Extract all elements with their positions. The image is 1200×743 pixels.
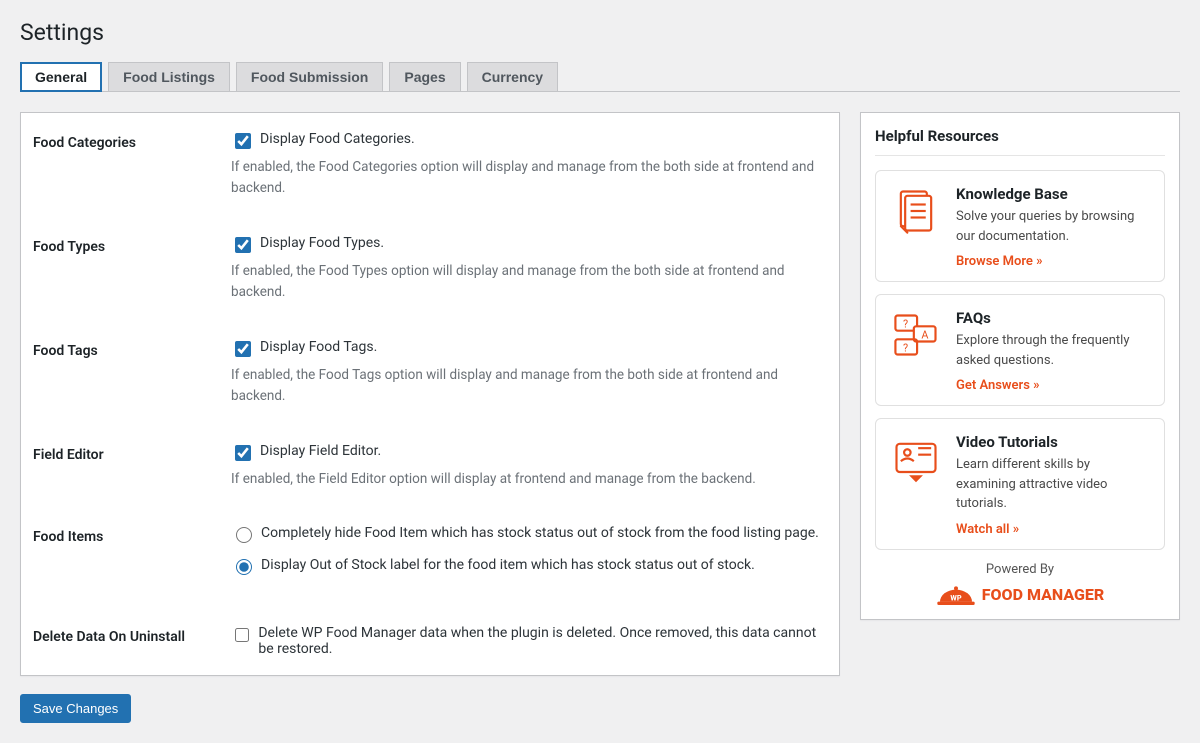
resource-link-watch-all[interactable]: Watch all » [956,522,1019,537]
tab-food-listings[interactable]: Food Listings [108,62,230,92]
resource-link-browse-more[interactable]: Browse More » [956,254,1043,269]
food-categories-label: Display Food Categories. [260,131,415,147]
food-categories-description: If enabled, the Food Categories option w… [231,157,827,199]
tab-food-submission[interactable]: Food Submission [236,62,383,92]
food-tags-label: Display Food Tags. [260,339,377,355]
helpful-resources-title: Helpful Resources [875,127,1165,156]
field-editor-heading: Field Editor [21,425,231,508]
food-tags-checkbox[interactable] [235,341,251,357]
food-items-option-hide[interactable] [236,527,252,543]
brand-logo: WP FOOD MANAGER [875,583,1165,607]
field-editor-description: If enabled, the Field Editor option will… [231,469,827,490]
document-icon [890,185,942,237]
svg-text:?: ? [903,317,908,330]
food-items-option-label-label: Display Out of Stock label for the food … [261,557,755,573]
cloche-icon: WP [936,583,976,607]
delete-data-checkbox[interactable] [235,627,249,643]
food-categories-checkbox[interactable] [235,133,251,149]
delete-data-heading: Delete Data On Uninstall [21,607,231,675]
resource-description: Explore through the frequently asked que… [956,331,1150,370]
resource-title: FAQs [956,309,1150,327]
resource-description: Learn different skills by examining attr… [956,455,1150,514]
resource-title: Knowledge Base [956,185,1150,203]
tab-currency[interactable]: Currency [467,62,558,92]
powered-by-label: Powered By [875,562,1165,577]
field-editor-label: Display Field Editor. [260,443,381,459]
video-icon [890,433,942,485]
tab-pages[interactable]: Pages [389,62,460,92]
resource-video-tutorials: Video Tutorials Learn different skills b… [875,418,1165,550]
helpful-resources-panel: Helpful Resources Knowledge Base Solve y… [860,112,1180,620]
food-tags-description: If enabled, the Food Tags option will di… [231,365,827,407]
food-types-checkbox[interactable] [235,237,251,253]
food-categories-heading: Food Categories [21,113,231,217]
page-title: Settings [20,10,1180,50]
chat-icon: ? A ? [890,309,942,361]
tabs-nav: General Food Listings Food Submission Pa… [20,62,1180,92]
resource-knowledge-base: Knowledge Base Solve your queries by bro… [875,170,1165,282]
resource-link-get-answers[interactable]: Get Answers » [956,378,1040,393]
resource-description: Solve your queries by browsing our docum… [956,207,1150,246]
food-types-description: If enabled, the Food Types option will d… [231,261,827,303]
field-editor-checkbox[interactable] [235,445,251,461]
brand-text: FOOD MANAGER [982,585,1104,604]
svg-text:?: ? [903,341,908,354]
svg-text:WP: WP [950,593,961,602]
food-items-option-label[interactable] [236,559,252,575]
food-items-option-hide-label: Completely hide Food Item which has stoc… [261,525,819,541]
tab-general[interactable]: General [20,62,102,92]
resource-faqs: ? A ? FAQs Explore through the frequentl… [875,294,1165,406]
delete-data-label: Delete WP Food Manager data when the plu… [258,625,827,657]
resource-title: Video Tutorials [956,433,1150,451]
save-changes-button[interactable]: Save Changes [20,694,131,723]
food-tags-heading: Food Tags [21,321,231,425]
settings-panel: Food Categories Display Food Categories.… [20,112,840,676]
food-items-heading: Food Items [21,507,231,607]
food-types-heading: Food Types [21,217,231,321]
food-types-label: Display Food Types. [260,235,384,251]
svg-text:A: A [921,328,928,341]
